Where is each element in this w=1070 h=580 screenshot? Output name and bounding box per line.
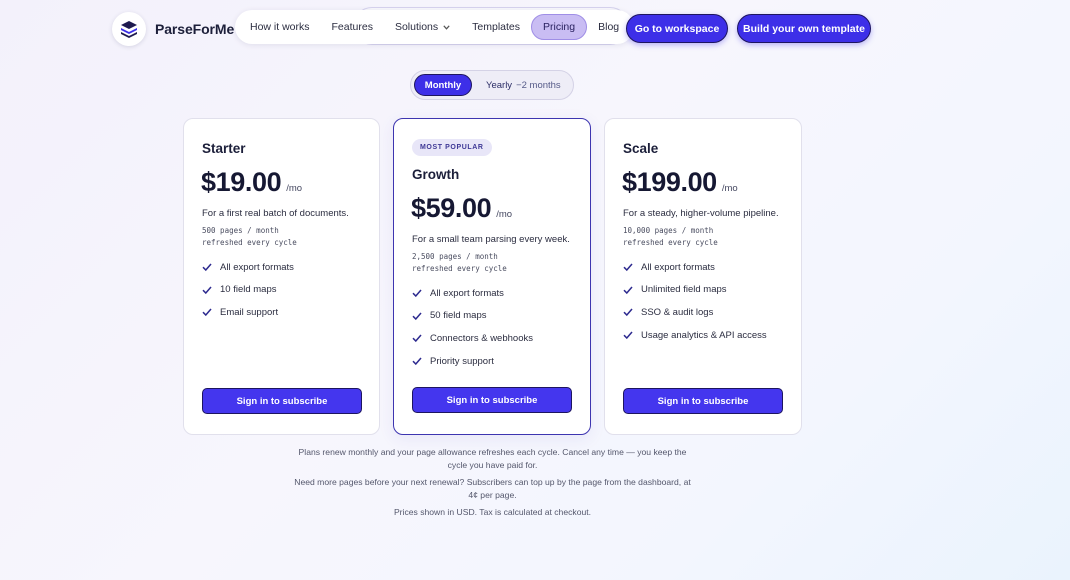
- nav-item-how-it-works[interactable]: How it works: [239, 14, 321, 40]
- chevron-down-icon: [443, 23, 450, 32]
- plan-allowance: 10,000 pages / month refreshed every cyc…: [623, 225, 718, 249]
- subscribe-button[interactable]: Sign in to subscribe: [623, 388, 783, 414]
- feature-label: Priority support: [430, 355, 494, 367]
- feature-label: 50 field maps: [430, 310, 487, 322]
- feature-label: Unlimited field maps: [641, 284, 727, 296]
- subscribe-button[interactable]: Sign in to subscribe: [412, 387, 572, 413]
- plan-card-growth: MOST POPULAR Growth $59.00 /mo For a sma…: [393, 118, 591, 435]
- toggle-monthly[interactable]: Monthly: [414, 74, 472, 96]
- feature-item: All export formats: [623, 256, 767, 279]
- nav-item-pricing[interactable]: Pricing: [531, 14, 588, 40]
- subscribe-button[interactable]: Sign in to subscribe: [202, 388, 362, 414]
- check-icon: [412, 289, 422, 298]
- build-template-button[interactable]: Build your own template: [737, 14, 871, 43]
- check-icon: [623, 308, 633, 317]
- plan-price: $19.00 /mo: [201, 167, 302, 198]
- feature-list: All export formats 10 field maps Email s…: [202, 256, 294, 324]
- feature-label: Connectors & webhooks: [430, 332, 533, 344]
- check-icon: [202, 286, 212, 294]
- price-amount: $19.00: [201, 167, 282, 197]
- price-unit: /mo: [721, 183, 738, 194]
- brand-name: ParseForMe: [155, 21, 235, 37]
- check-icon: [412, 334, 422, 343]
- plan-description: For a steady, higher-volume pipeline.: [623, 208, 779, 219]
- brand[interactable]: ParseForMe: [112, 12, 234, 46]
- plan-allowance: 500 pages / month refreshed every cycle: [202, 225, 297, 249]
- plan-name: Starter: [202, 141, 246, 156]
- allowance-line: refreshed every cycle: [623, 238, 718, 247]
- plan-card-scale: Scale $199.00 /mo For a steady, higher-v…: [604, 118, 802, 435]
- feature-label: 10 field maps: [220, 284, 277, 296]
- tax-note: Prices shown in USD. Tax is calculated a…: [393, 507, 592, 517]
- billing-toggle: Monthly Yearly −2 months: [410, 70, 574, 100]
- price-unit: /mo: [496, 209, 513, 220]
- feature-item: SSO & audit logs: [623, 301, 767, 324]
- plan-description: For a first real batch of documents.: [202, 208, 349, 219]
- feature-item: Usage analytics & API access: [623, 324, 767, 347]
- nav-item-solutions[interactable]: Solutions: [384, 14, 461, 40]
- allowance-line: 500 pages / month: [202, 226, 279, 235]
- plan-card-starter: Starter $19.00 /mo For a first real batc…: [183, 118, 380, 435]
- feature-label: Usage analytics & API access: [641, 329, 767, 341]
- plan-price: $199.00 /mo: [622, 167, 738, 198]
- allowance-line: refreshed every cycle: [412, 264, 507, 273]
- top-bar: ParseForMe How it works Features Solutio…: [0, 0, 1070, 58]
- plan-name: Growth: [412, 167, 460, 182]
- plan-allowance: 2,500 pages / month refreshed every cycl…: [412, 251, 507, 275]
- go-to-workspace-button[interactable]: Go to workspace: [626, 14, 728, 43]
- nav-item-templates[interactable]: Templates: [461, 14, 531, 40]
- plan-name: Scale: [623, 141, 659, 156]
- feature-item: Connectors & webhooks: [412, 327, 533, 350]
- check-icon: [202, 263, 212, 272]
- feature-item: Priority support: [412, 350, 533, 373]
- feature-item: All export formats: [412, 282, 533, 305]
- feature-label: All export formats: [430, 287, 504, 299]
- feature-label: All export formats: [641, 261, 715, 273]
- yearly-savings-label: −2 months: [516, 79, 561, 91]
- price-amount: $59.00: [411, 193, 492, 223]
- feature-item: Email support: [202, 301, 294, 324]
- feature-item: Unlimited field maps: [623, 279, 767, 302]
- toggle-yearly[interactable]: Yearly −2 months: [486, 80, 561, 91]
- renewal-note: Plans renew monthly and your page allowa…: [298, 447, 687, 470]
- feature-list: All export formats Unlimited field maps …: [623, 256, 767, 346]
- nav-item-features[interactable]: Features: [321, 14, 384, 40]
- check-icon: [623, 263, 633, 272]
- pricing-footnotes: Plans renew monthly and your page allowa…: [290, 446, 695, 523]
- check-icon: [623, 331, 633, 340]
- feature-item: 50 field maps: [412, 305, 533, 328]
- feature-item: 10 field maps: [202, 279, 294, 302]
- check-icon: [412, 312, 422, 320]
- feature-label: All export formats: [220, 261, 294, 273]
- check-icon: [412, 357, 422, 366]
- price-unit: /mo: [286, 183, 303, 194]
- feature-item: All export formats: [202, 256, 294, 279]
- stack-logo-icon: [112, 12, 146, 46]
- main-nav: How it works Features Solutions Template…: [235, 7, 635, 45]
- feature-list: All export formats 50 field maps Connect…: [412, 282, 533, 372]
- check-icon: [623, 286, 633, 294]
- nav-item-solutions-label: Solutions: [394, 21, 439, 33]
- feature-label: Email support: [220, 306, 279, 318]
- feature-label: SSO & audit logs: [641, 306, 714, 318]
- topup-note: Need more pages before your next renewal…: [294, 477, 691, 500]
- allowance-line: refreshed every cycle: [202, 238, 297, 247]
- plan-description: For a small team parsing every week.: [412, 234, 570, 245]
- most-popular-badge: MOST POPULAR: [412, 139, 492, 156]
- toggle-yearly-label: Yearly: [486, 79, 513, 91]
- price-amount: $199.00: [622, 167, 717, 197]
- plan-price: $59.00 /mo: [411, 193, 512, 224]
- allowance-line: 2,500 pages / month: [412, 252, 498, 261]
- check-icon: [202, 308, 212, 317]
- allowance-line: 10,000 pages / month: [623, 226, 714, 235]
- nav-item-blog[interactable]: Blog: [587, 14, 630, 40]
